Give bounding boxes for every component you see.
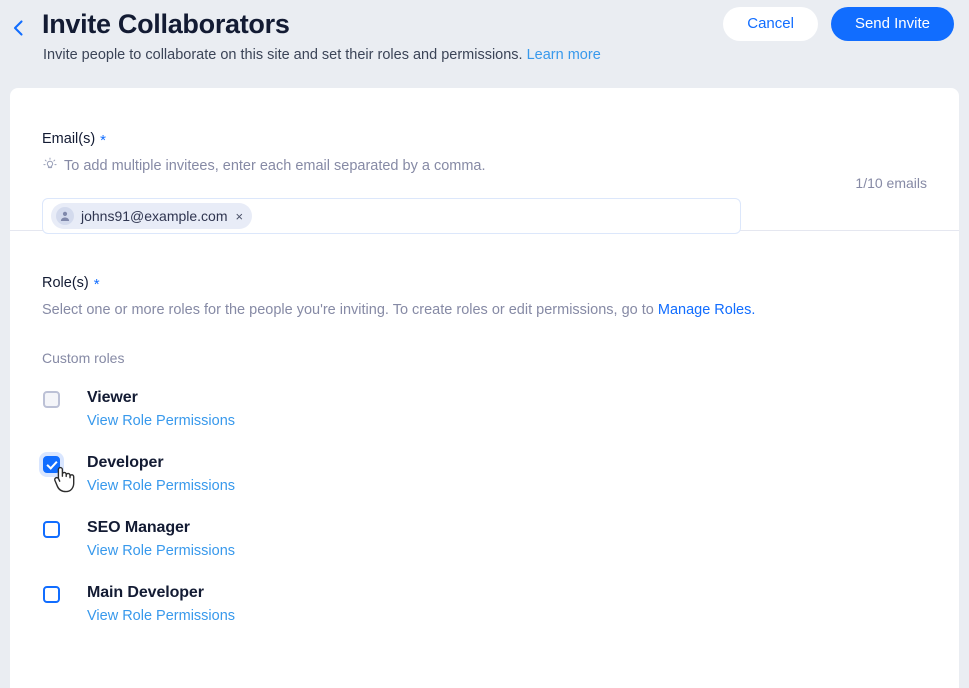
email-section: Email(s) * To add multiple invitees, ente…: [10, 88, 959, 234]
back-button[interactable]: [4, 14, 32, 42]
close-icon[interactable]: ×: [235, 210, 245, 223]
custom-roles-group-title: Custom roles: [42, 350, 125, 366]
role-item-viewer[interactable]: Viewer View Role Permissions: [42, 388, 927, 431]
page-subtitle: Invite people to collaborate on this sit…: [43, 45, 601, 65]
role-name-main-developer: Main Developer: [87, 584, 204, 601]
header-actions: Cancel Send Invite: [723, 7, 954, 41]
page-header: Invite Collaborators Invite people to co…: [0, 0, 969, 88]
email-chip-label: johns91@example.com: [81, 208, 228, 224]
view-role-permissions-developer[interactable]: View Role Permissions: [87, 477, 235, 496]
roles-description: Select one or more roles for the people …: [42, 301, 927, 319]
view-role-permissions-seo-manager[interactable]: View Role Permissions: [87, 542, 235, 561]
email-required-asterisk: *: [100, 132, 107, 149]
email-hint-row: To add multiple invitees, enter each ema…: [42, 157, 927, 175]
roles-required-asterisk: *: [93, 276, 100, 293]
view-role-permissions-main-developer[interactable]: View Role Permissions: [87, 607, 235, 626]
role-name-viewer: Viewer: [87, 389, 138, 406]
roles-section: Role(s) * Select one or more roles for th…: [10, 231, 959, 626]
role-list: Viewer View Role Permissions Developer V…: [42, 388, 927, 626]
roles-description-text: Select one or more roles for the people …: [42, 302, 658, 318]
email-hint-text: To add multiple invitees, enter each ema…: [64, 158, 486, 174]
roles-field-label: Role(s) *: [42, 274, 927, 294]
roles-label-text: Role(s): [42, 275, 89, 291]
checkbox-main-developer[interactable]: [43, 586, 60, 603]
chevron-left-icon: [11, 19, 25, 37]
role-name-developer: Developer: [87, 454, 164, 471]
manage-roles-link[interactable]: Manage Roles.: [658, 302, 756, 318]
role-name-seo-manager: SEO Manager: [87, 519, 190, 536]
role-texts: SEO Manager View Role Permissions: [87, 518, 235, 561]
person-icon: [56, 207, 74, 225]
checkbox-seo-manager[interactable]: [43, 521, 60, 538]
view-role-permissions-viewer[interactable]: View Role Permissions: [87, 412, 235, 431]
checkbox-developer[interactable]: [43, 456, 60, 473]
role-item-seo-manager[interactable]: SEO Manager View Role Permissions: [42, 518, 927, 561]
cancel-button[interactable]: Cancel: [723, 7, 818, 41]
role-texts: Viewer View Role Permissions: [87, 388, 235, 431]
role-item-main-developer[interactable]: Main Developer View Role Permissions: [42, 583, 927, 626]
learn-more-link[interactable]: Learn more: [527, 47, 601, 63]
email-label-text: Email(s): [42, 131, 96, 147]
role-texts: Main Developer View Role Permissions: [87, 583, 235, 626]
email-field-label: Email(s) *: [42, 130, 927, 150]
email-counter: 1/10 emails: [855, 175, 927, 191]
checkbox-viewer[interactable]: [43, 391, 60, 408]
invite-form-card: Email(s) * To add multiple invitees, ente…: [10, 88, 959, 688]
lightbulb-icon: [42, 156, 58, 177]
send-invite-button[interactable]: Send Invite: [830, 7, 954, 41]
role-texts: Developer View Role Permissions: [87, 453, 235, 496]
page-title: Invite Collaborators: [42, 9, 290, 39]
email-input[interactable]: johns91@example.com ×: [42, 198, 741, 234]
email-chip[interactable]: johns91@example.com ×: [51, 203, 253, 229]
role-item-developer[interactable]: Developer View Role Permissions: [42, 453, 927, 496]
page-subtitle-text: Invite people to collaborate on this sit…: [43, 47, 523, 63]
